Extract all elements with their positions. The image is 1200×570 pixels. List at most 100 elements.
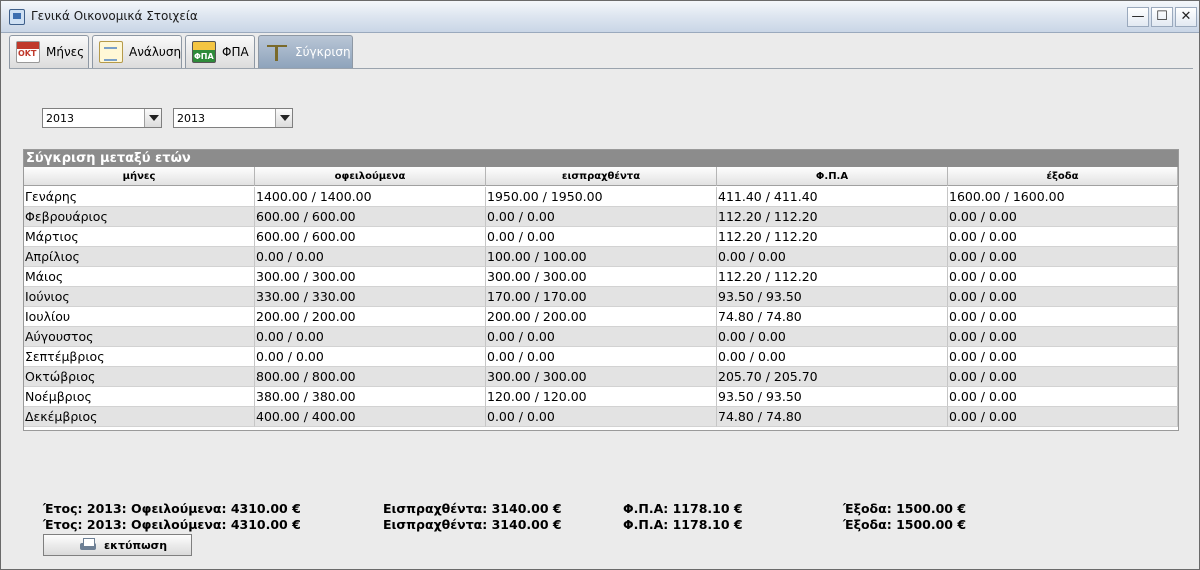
table-cell[interactable]: 0.00 / 0.00 [717, 347, 948, 367]
table-cell[interactable]: 0.00 / 0.00 [948, 387, 1178, 407]
chevron-down-icon[interactable] [144, 109, 161, 127]
table-cell[interactable]: 300.00 / 300.00 [255, 267, 486, 287]
table-cell[interactable]: 300.00 / 300.00 [486, 367, 717, 387]
table-row[interactable]: Αύγουστος 0.00 / 0.00 0.00 / 0.00 0.00 / 0.… [24, 327, 1178, 347]
maximize-button[interactable]: ☐ [1151, 7, 1173, 27]
column-header-expenses[interactable]: έξοδα [948, 167, 1178, 186]
table-row[interactable]: Απρίλιος 0.00 / 0.00 100.00 / 100.00 0.00 /… [24, 247, 1178, 267]
table-cell[interactable]: 170.00 / 170.00 [486, 287, 717, 307]
table-cell[interactable]: 74.80 / 74.80 [717, 307, 948, 327]
table-cell[interactable]: 93.50 / 93.50 [717, 287, 948, 307]
print-button-label: εκτύπωση [104, 539, 168, 552]
tab-label: ΦΠΑ [222, 45, 249, 59]
table-row[interactable]: Ιούνιος 330.00 / 330.00 170.00 / 170.00 93.… [24, 287, 1178, 307]
table-cell[interactable]: 0.00 / 0.00 [255, 327, 486, 347]
table-cell[interactable]: 0.00 / 0.00 [255, 247, 486, 267]
table-cell[interactable]: Απρίλιος [24, 247, 255, 267]
year-a-select[interactable]: 2013 [42, 108, 162, 128]
table-cell[interactable]: 380.00 / 380.00 [255, 387, 486, 407]
table-row[interactable]: Οκτώβριος 800.00 / 800.00 300.00 / 300.00 2… [24, 367, 1178, 387]
table-cell[interactable]: 0.00 / 0.00 [486, 327, 717, 347]
table-cell[interactable]: 0.00 / 0.00 [486, 407, 717, 427]
table-cell[interactable]: Μάρτιος [24, 227, 255, 247]
column-header-months[interactable]: μήνες [24, 167, 255, 186]
table-cell[interactable]: Φεβρουάριος [24, 207, 255, 227]
table-cell[interactable]: 74.80 / 74.80 [717, 407, 948, 427]
table-cell[interactable]: Νοέμβριος [24, 387, 255, 407]
column-header-received[interactable]: εισπραχθέντα [486, 167, 717, 186]
table-cell[interactable]: 0.00 / 0.00 [948, 307, 1178, 327]
table-cell[interactable]: 0.00 / 0.00 [717, 327, 948, 347]
table-cell[interactable]: Γενάρης [24, 187, 255, 207]
tab-analysis[interactable]: Ανάλυση [92, 35, 182, 68]
column-header-vat[interactable]: Φ.Π.Α [717, 167, 948, 186]
table-cell[interactable]: Οκτώβριος [24, 367, 255, 387]
table-row[interactable]: Φεβρουάριος 600.00 / 600.00 0.00 / 0.00 112… [24, 207, 1178, 227]
table-row[interactable]: Μάρτιος 600.00 / 600.00 0.00 / 0.00 112.20 … [24, 227, 1178, 247]
table-cell[interactable]: 100.00 / 100.00 [486, 247, 717, 267]
table-cell[interactable]: 330.00 / 330.00 [255, 287, 486, 307]
summary-expenses: Έξοδα: 1500.00 € [843, 501, 967, 516]
chevron-down-icon[interactable] [275, 109, 292, 127]
table-row[interactable]: Νοέμβριος 380.00 / 380.00 120.00 / 120.00 9… [24, 387, 1178, 407]
table-cell[interactable]: 1600.00 / 1600.00 [948, 187, 1178, 207]
table-row[interactable]: Σεπτέμβριος 0.00 / 0.00 0.00 / 0.00 0.00 / … [24, 347, 1178, 367]
table-row[interactable]: Γενάρης 1400.00 / 1400.00 1950.00 / 1950.0… [24, 187, 1178, 207]
table-cell[interactable]: 112.20 / 112.20 [717, 267, 948, 287]
table-cell[interactable]: 0.00 / 0.00 [717, 247, 948, 267]
title-bar[interactable]: Γενικά Οικονομικά Στοιχεία — ☐ ✕ [1, 1, 1199, 33]
table-row[interactable]: Ιουλίου 200.00 / 200.00 200.00 / 200.00 74.… [24, 307, 1178, 327]
print-button[interactable]: εκτύπωση [43, 534, 192, 556]
table-cell[interactable]: 0.00 / 0.00 [486, 347, 717, 367]
table-cell[interactable]: 0.00 / 0.00 [486, 227, 717, 247]
table-cell[interactable]: 120.00 / 120.00 [486, 387, 717, 407]
comparison-table: Σύγκριση μεταξύ ετών μήνες οφειλούμενα ε… [23, 149, 1179, 431]
summary-received: Εισπραχθέντα: 3140.00 € [383, 501, 562, 516]
table-cell[interactable]: 400.00 / 400.00 [255, 407, 486, 427]
tab-comparison[interactable]: Σύγκριση [258, 35, 353, 68]
column-header-owed[interactable]: οφειλούμενα [255, 167, 486, 186]
table-cell[interactable]: 0.00 / 0.00 [948, 247, 1178, 267]
table-cell[interactable]: 0.00 / 0.00 [948, 347, 1178, 367]
table-cell[interactable]: 1400.00 / 1400.00 [255, 187, 486, 207]
table-cell[interactable]: Σεπτέμβριος [24, 347, 255, 367]
table-cell[interactable]: 0.00 / 0.00 [948, 407, 1178, 427]
minimize-button[interactable]: — [1127, 7, 1149, 27]
table-cell[interactable]: 200.00 / 200.00 [486, 307, 717, 327]
window-title: Γενικά Οικονομικά Στοιχεία [31, 9, 198, 23]
table-cell[interactable]: Αύγουστος [24, 327, 255, 347]
table-cell[interactable]: 411.40 / 411.40 [717, 187, 948, 207]
table-cell[interactable]: 200.00 / 200.00 [255, 307, 486, 327]
table-cell[interactable]: 93.50 / 93.50 [717, 387, 948, 407]
table-cell[interactable]: 0.00 / 0.00 [948, 267, 1178, 287]
close-button[interactable]: ✕ [1175, 7, 1197, 27]
tab-label: Σύγκριση [295, 45, 351, 59]
table-cell[interactable]: 0.00 / 0.00 [948, 367, 1178, 387]
table-cell[interactable]: Ιούνιος [24, 287, 255, 307]
table-cell[interactable]: 112.20 / 112.20 [717, 227, 948, 247]
year-b-select[interactable]: 2013 [173, 108, 293, 128]
table-cell[interactable]: Ιουλίου [24, 307, 255, 327]
table-cell[interactable]: 0.00 / 0.00 [255, 347, 486, 367]
table-cell[interactable]: 1950.00 / 1950.00 [486, 187, 717, 207]
document-chart-icon [99, 41, 123, 63]
vat-icon [192, 41, 216, 63]
tab-months[interactable]: Μήνες [9, 35, 89, 68]
table-cell[interactable]: 0.00 / 0.00 [948, 287, 1178, 307]
table-cell[interactable]: 0.00 / 0.00 [486, 207, 717, 227]
table-cell[interactable]: Μάιος [24, 267, 255, 287]
table-cell[interactable]: 600.00 / 600.00 [255, 207, 486, 227]
table-cell[interactable]: 800.00 / 800.00 [255, 367, 486, 387]
table-cell[interactable]: 0.00 / 0.00 [948, 227, 1178, 247]
table-cell[interactable]: 205.70 / 205.70 [717, 367, 948, 387]
table-cell[interactable]: 300.00 / 300.00 [486, 267, 717, 287]
table-cell[interactable]: 600.00 / 600.00 [255, 227, 486, 247]
table-row[interactable]: Δεκέμβριος 400.00 / 400.00 0.00 / 0.00 74.8… [24, 407, 1178, 427]
table-cell[interactable]: 0.00 / 0.00 [948, 207, 1178, 227]
table-row[interactable]: Μάιος 300.00 / 300.00 300.00 / 300.00 112.2… [24, 267, 1178, 287]
app-icon [9, 9, 25, 25]
tab-vat[interactable]: ΦΠΑ [185, 35, 255, 68]
table-cell[interactable]: 0.00 / 0.00 [948, 327, 1178, 347]
table-cell[interactable]: Δεκέμβριος [24, 407, 255, 427]
table-cell[interactable]: 112.20 / 112.20 [717, 207, 948, 227]
